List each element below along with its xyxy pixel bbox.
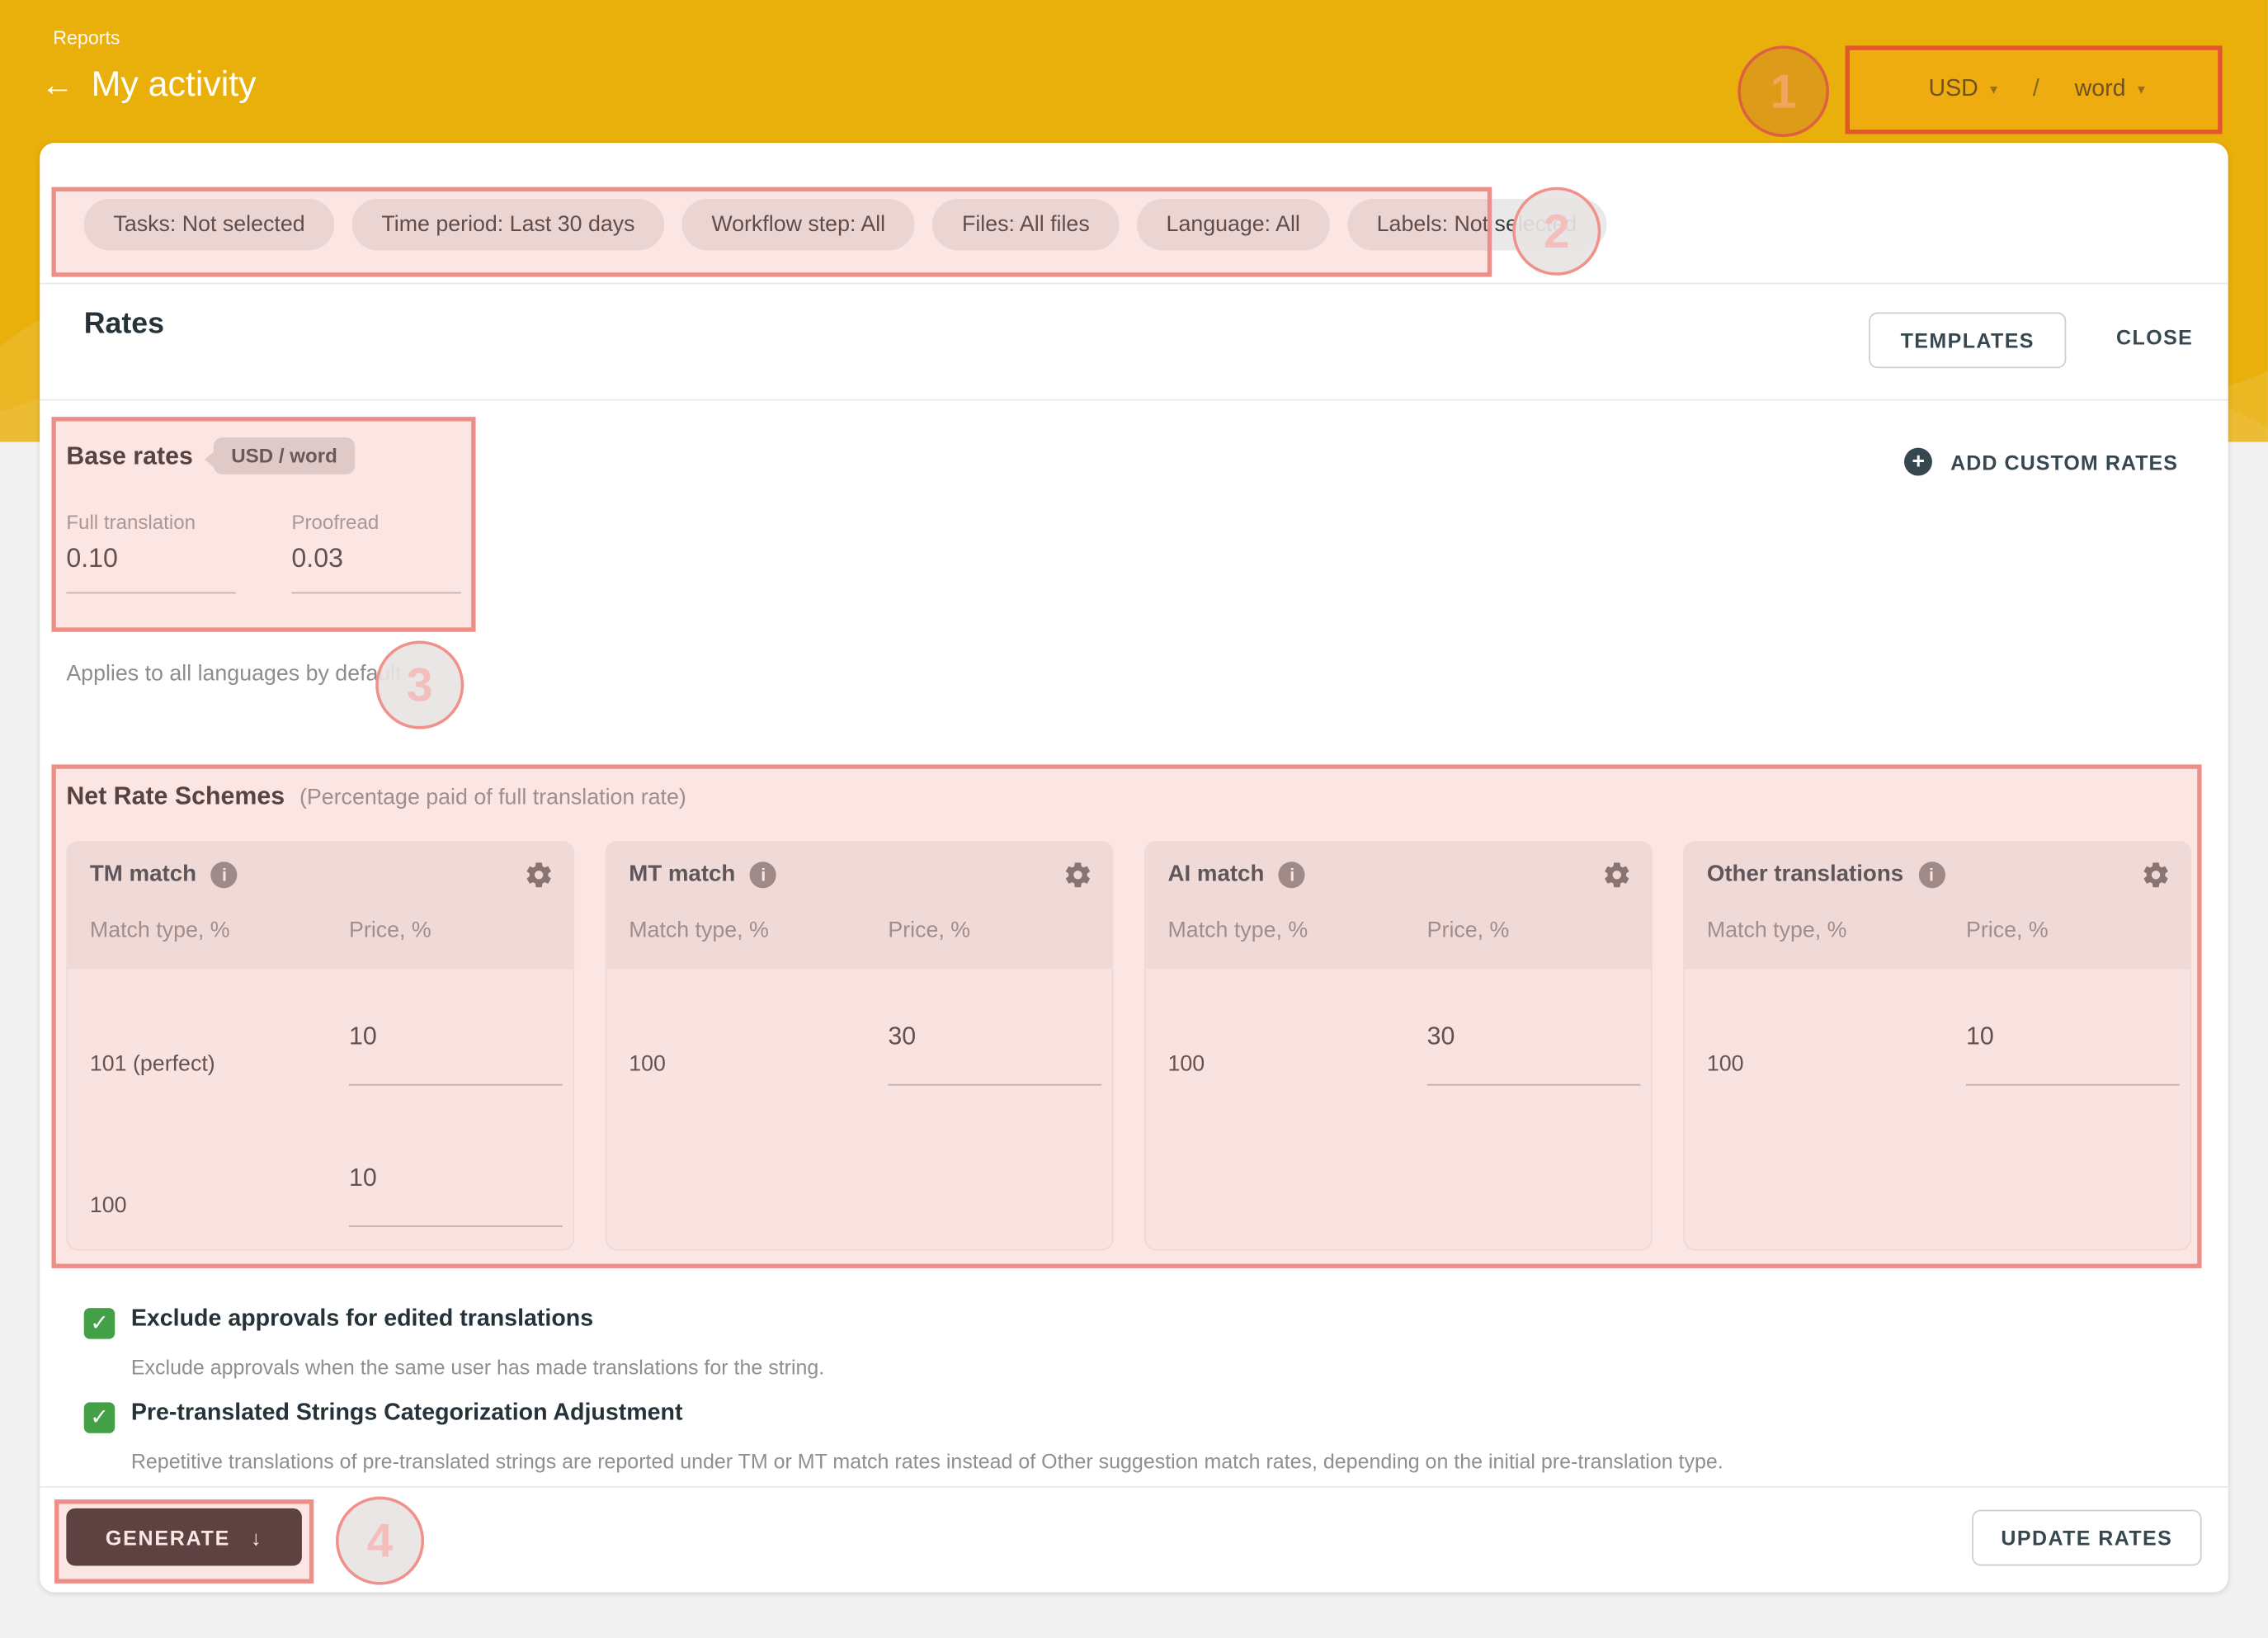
gear-icon[interactable] bbox=[524, 860, 554, 897]
match-type-value: 100 bbox=[90, 1193, 127, 1218]
filter-chip-tasks[interactable]: Tasks: Not selected bbox=[84, 199, 335, 250]
price-input[interactable] bbox=[349, 1164, 563, 1227]
scheme-card-title: Other translations bbox=[1707, 861, 1903, 888]
filter-chip-files[interactable]: Files: All files bbox=[932, 199, 1119, 250]
checkbox-exclude-approvals[interactable]: ✓ bbox=[84, 1308, 115, 1338]
scheme-card-mt-match: MT match i Match type, % Price, % 100 bbox=[606, 841, 1114, 1250]
scheme-card-header: AI match i Match type, % Price, % bbox=[1144, 841, 1653, 969]
price-column-label: Price, % bbox=[349, 918, 431, 942]
filter-chip-labels[interactable]: Labels: Not selected bbox=[1347, 199, 1606, 250]
templates-button[interactable]: TEMPLATES bbox=[1869, 312, 2066, 368]
option-label: Pre-translated Strings Categorization Ad… bbox=[131, 1401, 683, 1428]
option-label: Exclude approvals for edited translation… bbox=[131, 1306, 593, 1333]
price-column-label: Price, % bbox=[1966, 918, 2049, 942]
filter-chip-language[interactable]: Language: All bbox=[1137, 199, 1330, 250]
chevron-down-icon: ▾ bbox=[1990, 82, 1997, 98]
currency-unit-bar: USD ▾ / word ▾ bbox=[1855, 53, 2218, 126]
scheme-card-header: TM match i Match type, % Price, % bbox=[66, 841, 574, 969]
gear-icon[interactable] bbox=[2141, 860, 2171, 897]
info-icon[interactable]: i bbox=[1279, 861, 1305, 888]
add-custom-rates-label: ADD CUSTOM RATES bbox=[1950, 450, 2178, 474]
divider bbox=[40, 399, 2228, 401]
applies-note: Applies to all languages by default bbox=[66, 661, 401, 686]
scheme-row: 100 bbox=[629, 1013, 1090, 1154]
generate-label: GENERATE bbox=[106, 1525, 230, 1549]
price-input[interactable] bbox=[888, 1022, 1101, 1086]
scheme-card-title: AI match bbox=[1168, 861, 1265, 888]
option-description: Exclude approvals when the same user has… bbox=[131, 1355, 824, 1379]
rates-panel: Tasks: Not selected Time period: Last 30… bbox=[40, 143, 2228, 1592]
scheme-row: 100 bbox=[1168, 1013, 1629, 1154]
back-arrow-icon[interactable]: ← bbox=[41, 69, 73, 101]
scheme-card-tm-match: TM match i Match type, % Price, % 101 (p… bbox=[66, 841, 574, 1250]
net-rate-schemes-subtitle: (Percentage paid of full translation rat… bbox=[299, 785, 686, 810]
price-column-label: Price, % bbox=[888, 918, 970, 942]
price-input[interactable] bbox=[1966, 1022, 2180, 1086]
info-icon[interactable]: i bbox=[750, 861, 776, 888]
scheme-card-ai-match: AI match i Match type, % Price, % 100 bbox=[1144, 841, 1653, 1250]
match-type-value: 100 bbox=[1168, 1051, 1205, 1076]
info-icon[interactable]: i bbox=[211, 861, 238, 888]
separator: / bbox=[2033, 77, 2039, 103]
divider bbox=[40, 283, 2228, 285]
scheme-card-header: Other translations i Match type, % Price… bbox=[1683, 841, 2191, 969]
scheme-row: 100 bbox=[90, 1154, 551, 1250]
scheme-card-title: MT match bbox=[629, 861, 735, 888]
currency-value: USD bbox=[1928, 77, 1978, 103]
match-type-value: 100 bbox=[1707, 1051, 1744, 1076]
scheme-card-title: TM match bbox=[90, 861, 196, 888]
price-input[interactable] bbox=[1427, 1022, 1641, 1086]
update-rates-button[interactable]: UPDATE RATES bbox=[1972, 1510, 2201, 1566]
proofread-label: Proofread bbox=[291, 511, 379, 533]
match-type-column-label: Match type, % bbox=[1168, 918, 1308, 942]
unit-value: word bbox=[2075, 77, 2126, 103]
breadcrumb[interactable]: Reports bbox=[53, 26, 120, 49]
filter-chip-time-period[interactable]: Time period: Last 30 days bbox=[352, 199, 664, 250]
close-button[interactable]: CLOSE bbox=[2107, 324, 2202, 351]
add-custom-rates-button[interactable]: + ADD CUSTOM RATES bbox=[1896, 446, 2187, 477]
divider bbox=[40, 1486, 2228, 1488]
gear-icon[interactable] bbox=[1063, 860, 1093, 897]
price-input[interactable] bbox=[349, 1022, 563, 1086]
scheme-row: 101 (perfect) bbox=[90, 1013, 551, 1154]
annotation-step-4: 4 bbox=[336, 1497, 424, 1585]
full-translation-input[interactable] bbox=[66, 544, 235, 594]
filter-chips-row: Tasks: Not selected Time period: Last 30… bbox=[84, 199, 1606, 250]
match-type-value: 101 (perfect) bbox=[90, 1051, 215, 1076]
currency-unit-badge: USD / word bbox=[214, 437, 355, 474]
screen: Reports ← My activity USD ▾ / word ▾ Tas… bbox=[0, 0, 2268, 1638]
plus-icon: + bbox=[1905, 448, 1933, 476]
currency-select[interactable]: USD ▾ bbox=[1928, 77, 1997, 103]
filter-chip-workflow-step[interactable]: Workflow step: All bbox=[682, 199, 915, 250]
proofread-input[interactable] bbox=[291, 544, 460, 594]
unit-select[interactable]: word ▾ bbox=[2075, 77, 2145, 103]
chevron-down-icon: ▾ bbox=[2138, 82, 2145, 98]
option-description: Repetitive translations of pre-translate… bbox=[131, 1449, 1723, 1473]
match-type-value: 100 bbox=[629, 1051, 666, 1076]
gear-icon[interactable] bbox=[1602, 860, 1632, 897]
match-type-column-label: Match type, % bbox=[629, 918, 769, 942]
section-title-rates: Rates bbox=[84, 308, 164, 342]
scheme-card-other-translations: Other translations i Match type, % Price… bbox=[1683, 841, 2191, 1250]
price-column-label: Price, % bbox=[1427, 918, 1510, 942]
generate-button[interactable]: GENERATE ↓ bbox=[66, 1508, 302, 1566]
info-icon[interactable]: i bbox=[1918, 861, 1945, 888]
checkbox-pretranslated-adjustment[interactable]: ✓ bbox=[84, 1402, 115, 1433]
net-rate-schemes-title: Net Rate Schemes bbox=[66, 782, 285, 810]
base-rates-title: Base rates bbox=[66, 441, 193, 471]
scheme-row: 100 bbox=[1707, 1013, 2168, 1154]
page-title: My activity bbox=[92, 65, 257, 106]
download-arrow-icon: ↓ bbox=[251, 1525, 262, 1549]
match-type-column-label: Match type, % bbox=[1707, 918, 1847, 942]
full-translation-label: Full translation bbox=[66, 511, 196, 533]
scheme-card-header: MT match i Match type, % Price, % bbox=[606, 841, 1114, 969]
match-type-column-label: Match type, % bbox=[90, 918, 230, 942]
